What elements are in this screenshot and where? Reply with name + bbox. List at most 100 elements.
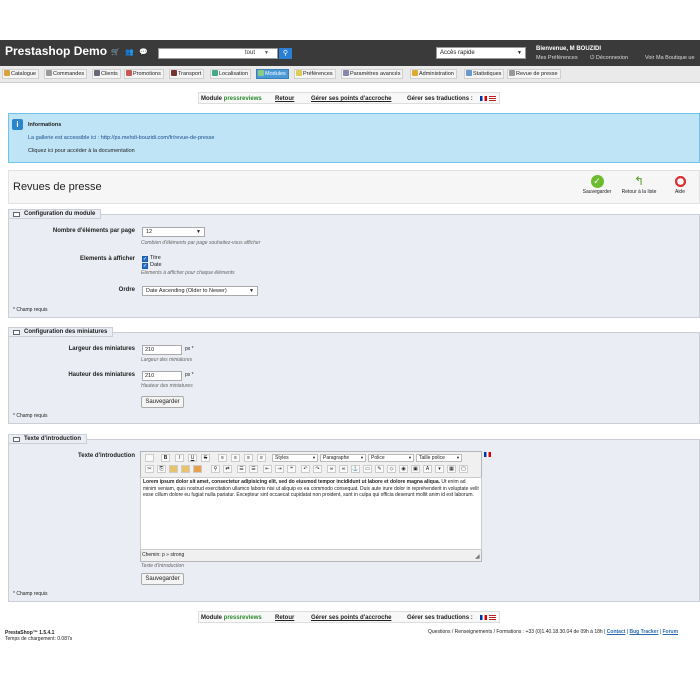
display-elements-hint: Elements à afficher pour chaque éléments bbox=[141, 270, 235, 276]
tab-catalogue[interactable]: Catalogue bbox=[2, 69, 40, 79]
search-button[interactable]: ⚲ bbox=[279, 48, 292, 59]
thumb-height-input[interactable]: 210 bbox=[142, 371, 182, 381]
cleanup-icon[interactable]: ✎ bbox=[375, 465, 384, 473]
text-color-icon[interactable]: A bbox=[423, 465, 432, 473]
title-checkbox[interactable]: ✓ bbox=[142, 256, 148, 262]
styles-label: Styles bbox=[275, 455, 289, 461]
search-input[interactable]: tout ▼ bbox=[158, 48, 278, 59]
html-icon[interactable]: ◇ bbox=[387, 465, 396, 473]
new-document-icon[interactable] bbox=[145, 454, 154, 462]
thumb-width-input[interactable]: 210 bbox=[142, 345, 182, 355]
date-checkbox[interactable]: ✓ bbox=[142, 263, 148, 269]
tab-modules[interactable]: Modules bbox=[256, 69, 289, 79]
thumbs-save-button[interactable]: Sauvegarder bbox=[141, 396, 184, 408]
gallery-link[interactable]: La gallerie est accessible ici : http://… bbox=[28, 135, 214, 141]
view-shop-link[interactable]: Voir Ma Boutique ue bbox=[645, 55, 695, 61]
bold-icon[interactable]: B bbox=[161, 454, 170, 462]
flag-fr-icon[interactable] bbox=[484, 452, 491, 458]
intro-save-button[interactable]: Sauvegarder bbox=[141, 573, 184, 585]
replace-icon[interactable]: ⇄ bbox=[223, 465, 232, 473]
tab-promotions[interactable]: Promotions bbox=[124, 69, 164, 79]
chevron-down-icon[interactable]: ▼ bbox=[264, 50, 269, 56]
bold-text: Lorem ipsum dolor sit amet, consectetur … bbox=[143, 479, 440, 485]
media-icon[interactable]: ▣ bbox=[411, 465, 420, 473]
search-icon: ⚲ bbox=[282, 50, 289, 57]
back-link[interactable]: Retour bbox=[275, 612, 294, 624]
strikethrough-icon[interactable]: S bbox=[201, 454, 210, 462]
bg-color-icon[interactable]: ▾ bbox=[435, 465, 444, 473]
search-scope[interactable]: tout bbox=[245, 50, 255, 56]
bug-tracker-link[interactable]: Bug Tracker bbox=[629, 629, 658, 635]
back-link[interactable]: Retour bbox=[275, 93, 294, 105]
flag-fr-icon[interactable] bbox=[480, 612, 487, 624]
indent-icon[interactable]: ⇥ bbox=[275, 465, 284, 473]
font-size-dropdown[interactable]: Taille police ▼ bbox=[416, 454, 462, 462]
paragraph-dropdown[interactable]: Paragraphe ▼ bbox=[320, 454, 366, 462]
copy-icon[interactable]: ⎘ bbox=[157, 465, 166, 473]
outdent-icon[interactable]: ⇤ bbox=[263, 465, 272, 473]
date-option-label: Date bbox=[150, 262, 162, 268]
table-icon[interactable]: ▦ bbox=[447, 465, 456, 473]
link-icon[interactable]: ∞ bbox=[327, 465, 336, 473]
paste-word-icon[interactable] bbox=[193, 465, 202, 473]
forum-link[interactable]: Forum bbox=[662, 629, 678, 635]
help-button[interactable]: Aide bbox=[665, 175, 695, 195]
editor-content-area[interactable]: Lorem ipsum dolor sit amet, consectetur … bbox=[140, 477, 482, 550]
tab-administration[interactable]: Administration bbox=[410, 69, 457, 79]
tab-advanced-params[interactable]: Paramètres avancés bbox=[341, 69, 404, 79]
tab-preferences[interactable]: Préférences bbox=[294, 69, 336, 79]
cart-icon[interactable]: 🛒 bbox=[111, 48, 120, 56]
hooks-link[interactable]: Gérer ses points d'accroche bbox=[311, 93, 391, 105]
promotions-icon bbox=[126, 70, 132, 76]
flag-us-icon[interactable] bbox=[489, 93, 496, 105]
tab-clients[interactable]: Clients bbox=[92, 69, 121, 79]
quick-access-select[interactable]: Accès rapide ▼ bbox=[436, 47, 526, 59]
items-per-page-select[interactable]: 12 ▼ bbox=[142, 227, 205, 237]
italic-icon[interactable]: I bbox=[175, 454, 184, 462]
anchor-icon[interactable]: ⚓ bbox=[351, 465, 360, 473]
tab-commandes[interactable]: Commandes bbox=[44, 69, 88, 79]
align-center-icon[interactable]: ≡ bbox=[231, 454, 240, 462]
image-icon[interactable]: ▭ bbox=[363, 465, 372, 473]
shop-title[interactable]: Prestashop Demo bbox=[5, 44, 107, 58]
flag-us-icon[interactable] bbox=[489, 612, 496, 624]
resize-handle-icon[interactable]: ◢ bbox=[475, 553, 480, 560]
unlink-icon[interactable]: ∞ bbox=[339, 465, 348, 473]
bullet-list-icon[interactable]: ☰ bbox=[237, 465, 246, 473]
styles-dropdown[interactable]: Styles ▼ bbox=[272, 454, 318, 462]
search-icon[interactable]: ⚲ bbox=[211, 465, 220, 473]
numbered-list-icon[interactable]: ☰ bbox=[249, 465, 258, 473]
wrench-icon bbox=[343, 70, 349, 76]
back-list-button[interactable]: ↰ Retour à la liste bbox=[619, 175, 659, 196]
documentation-link[interactable]: Cliquez ici pour accéder à la documentat… bbox=[28, 148, 135, 154]
undo-icon[interactable]: ↶ bbox=[301, 465, 310, 473]
align-justify-icon[interactable]: ≡ bbox=[257, 454, 266, 462]
order-select[interactable]: Date Ascending (Older to Newer) ▼ bbox=[142, 286, 258, 296]
contact-link[interactable]: Contact bbox=[607, 629, 626, 635]
contact-text: Questions / Renseignements / Formations … bbox=[428, 629, 606, 635]
logout-link[interactable]: ⏻ Déconnexion bbox=[590, 55, 628, 62]
module-config-legend: Configuration du module bbox=[8, 209, 102, 219]
tab-localisation[interactable]: Localisation bbox=[210, 69, 252, 79]
save-toolbar-button[interactable]: ✓ Sauvegarder bbox=[577, 175, 617, 195]
underline-icon[interactable]: U bbox=[188, 454, 197, 462]
cut-icon[interactable]: ✂ bbox=[145, 465, 154, 473]
tab-press-review[interactable]: Revue de presse bbox=[507, 69, 561, 79]
redo-icon[interactable]: ↷ bbox=[313, 465, 322, 473]
thumb-height-label: Hauteur des miniatures bbox=[68, 372, 135, 378]
customers-icon[interactable]: 👥 bbox=[125, 48, 134, 56]
paste-text-icon[interactable] bbox=[181, 465, 190, 473]
hooks-link[interactable]: Gérer ses points d'accroche bbox=[311, 612, 391, 624]
tab-transport[interactable]: Transport bbox=[169, 69, 205, 79]
fullscreen-icon[interactable]: ▢ bbox=[459, 465, 468, 473]
flag-fr-icon[interactable] bbox=[480, 93, 487, 105]
my-preferences-link[interactable]: Mes Préférences bbox=[536, 55, 578, 61]
blockquote-icon[interactable]: ❝ bbox=[287, 465, 296, 473]
align-left-icon[interactable]: ≡ bbox=[218, 454, 227, 462]
font-dropdown[interactable]: Police ▼ bbox=[368, 454, 414, 462]
tab-statistics[interactable]: Statistiques bbox=[464, 69, 505, 79]
paste-icon[interactable] bbox=[169, 465, 178, 473]
preview-icon[interactable]: ◉ bbox=[399, 465, 408, 473]
messages-icon[interactable]: 💬 bbox=[139, 48, 148, 56]
align-right-icon[interactable]: ≡ bbox=[244, 454, 253, 462]
